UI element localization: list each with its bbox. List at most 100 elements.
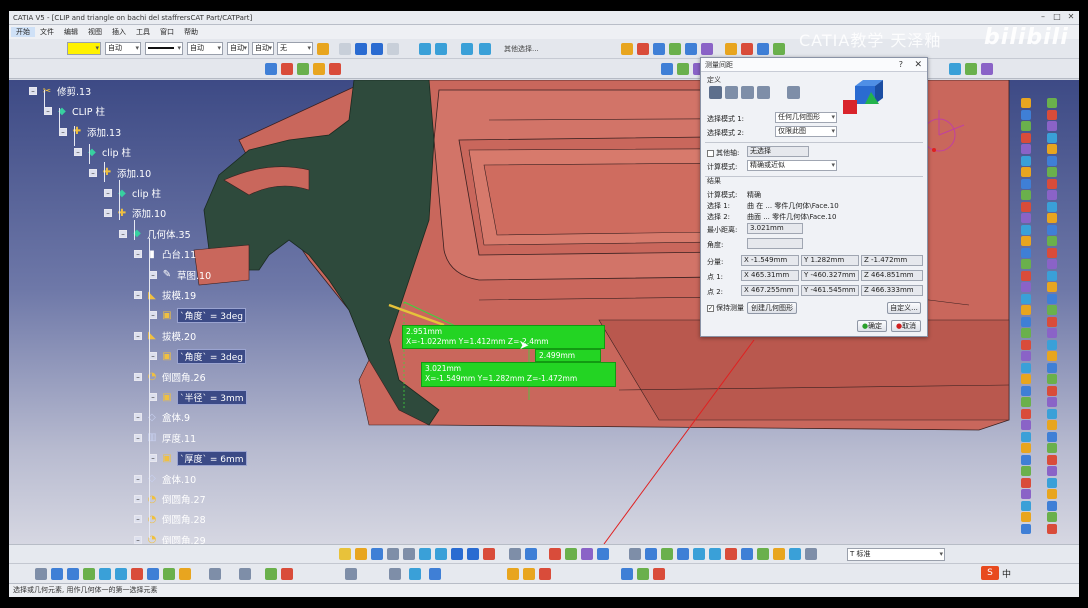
copy-icon[interactable] — [419, 43, 431, 55]
tree-expander-icon[interactable]: – — [149, 311, 157, 320]
tree-expander-icon[interactable]: – — [59, 127, 67, 136]
tree-expander-icon[interactable]: – — [29, 87, 37, 95]
curve-analysis-icon[interactable] — [637, 568, 649, 580]
line-weight-combo[interactable] — [145, 42, 183, 55]
groove-tool-icon[interactable] — [685, 43, 697, 55]
tree-node[interactable]: – ◇ 盒体.9 — [134, 408, 190, 426]
pan-icon[interactable] — [661, 548, 673, 560]
tree-node[interactable]: – ✚ 添加.13 — [59, 123, 121, 141]
tree-expander-icon[interactable]: – — [134, 474, 142, 483]
grid-icon[interactable] — [409, 568, 421, 580]
tree-node[interactable]: – ◔ 倒圆角.28 — [134, 510, 206, 528]
measure-label-1[interactable]: 2.951mm X=-1.022mm Y=1.412mm Z=-2.4mm — [402, 325, 605, 349]
redo-icon[interactable] — [467, 548, 479, 560]
tool-icon[interactable] — [1047, 339, 1057, 350]
zoom-icon[interactable] — [99, 568, 111, 580]
menu-view[interactable]: 视图 — [83, 27, 107, 37]
draft-analysis-icon[interactable] — [653, 568, 665, 580]
dialog-close-button[interactable]: ✕ — [914, 58, 922, 72]
other-axis-field[interactable]: 无选择 — [747, 146, 809, 157]
ime-language-label[interactable]: 中 — [1002, 567, 1011, 580]
tool-icon[interactable] — [1021, 270, 1031, 281]
select-icon[interactable] — [35, 568, 47, 580]
tree-node[interactable]: – ◔ 倒圆角.27 — [134, 490, 206, 508]
tool-icon[interactable] — [1047, 431, 1057, 442]
tree-expander-icon[interactable]: – — [89, 168, 97, 177]
tool-icon[interactable] — [1021, 305, 1031, 315]
cancel-button[interactable]: ●取消 — [891, 320, 921, 332]
paste-icon[interactable] — [435, 548, 447, 560]
measure-item-icon[interactable] — [507, 568, 519, 580]
tool-icon[interactable] — [1021, 523, 1031, 534]
select-mode1-combo[interactable]: 任何几何图形 — [775, 112, 837, 123]
ime-logo-icon[interactable]: S — [981, 566, 999, 580]
point-tool-icon[interactable] — [297, 63, 309, 75]
axis-system-icon[interactable] — [345, 568, 357, 580]
tool-icon[interactable] — [1021, 420, 1031, 430]
tool-icon[interactable] — [1047, 316, 1057, 327]
tool-icon[interactable] — [1021, 282, 1031, 292]
rotate-icon[interactable] — [677, 548, 689, 560]
formula-icon[interactable] — [565, 548, 577, 560]
tree-node[interactable]: – ▣ `角度` = 3deg — [149, 347, 246, 365]
tool-icon[interactable] — [1021, 293, 1031, 304]
rotate-view-icon[interactable] — [83, 568, 95, 580]
undo-icon[interactable] — [355, 43, 367, 55]
measure-icon[interactable] — [461, 43, 473, 55]
measure-label-3[interactable]: 3.021mm X=-1.549mm Y=1.282mm Z=-1.472mm — [421, 362, 616, 387]
tree-node[interactable]: – ▮ 凸台.11 — [134, 245, 196, 263]
swap-space-icon[interactable] — [209, 568, 221, 580]
shaft-tool-icon[interactable] — [669, 43, 681, 55]
print-icon[interactable] — [387, 548, 399, 560]
tool-icon[interactable] — [1047, 328, 1057, 338]
menu-file[interactable]: 文件 — [35, 27, 59, 37]
menu-tools[interactable]: 工具 — [131, 27, 155, 37]
tool-icon[interactable] — [1047, 144, 1057, 154]
param-icon[interactable] — [549, 548, 561, 560]
tool-icon[interactable] — [1021, 167, 1031, 177]
sketch-analysis-icon[interactable] — [621, 568, 633, 580]
tool-icon[interactable] — [1047, 236, 1057, 246]
measure-label-2[interactable]: 2.499mm — [535, 349, 601, 362]
calc-mode-combo[interactable]: 精确或近似 — [747, 160, 837, 171]
measure-inertia-icon[interactable] — [523, 568, 535, 580]
tree-node[interactable]: – ◇ 盒体.10 — [134, 470, 196, 488]
hide-show-icon[interactable] — [773, 548, 785, 560]
tool-icon[interactable] — [1021, 489, 1031, 499]
tool-icon[interactable] — [1047, 132, 1057, 143]
link-icon[interactable] — [525, 548, 537, 560]
tree-expander-icon[interactable]: – — [134, 372, 142, 381]
tool-icon[interactable] — [1047, 374, 1057, 384]
tree-node[interactable]: – ◣ 拔模.20 — [134, 327, 196, 345]
tree-node[interactable]: – ▣ `厚度` = 6mm — [149, 449, 247, 467]
tool-icon[interactable] — [1047, 523, 1057, 534]
measure-between-mode-icon[interactable] — [709, 86, 722, 99]
tool-icon[interactable] — [1021, 466, 1031, 476]
maximize-button[interactable]: □ — [1051, 12, 1063, 23]
tool-icon[interactable] — [1047, 121, 1057, 131]
zoom-in-icon[interactable] — [693, 548, 705, 560]
item-mode-icon[interactable] — [757, 86, 770, 99]
line-tool-icon[interactable] — [281, 63, 293, 75]
tool-icon[interactable] — [1021, 328, 1031, 338]
thickness-mode-icon[interactable] — [787, 86, 800, 99]
paint-icon[interactable] — [317, 43, 329, 55]
tool-icon[interactable] — [1021, 500, 1031, 511]
rule-icon[interactable] — [581, 548, 593, 560]
menu-window[interactable]: 窗口 — [155, 27, 179, 37]
tree-expander-icon[interactable]: – — [149, 270, 157, 279]
tool-icon[interactable] — [1021, 178, 1031, 189]
fly-mode-icon[interactable] — [629, 548, 641, 560]
tool-icon[interactable] — [1047, 305, 1057, 315]
tool-icon[interactable] — [1047, 201, 1057, 212]
tree-node[interactable]: – ▣ `角度` = 3deg — [149, 306, 246, 324]
law-icon[interactable] — [981, 63, 993, 75]
tool-icon[interactable] — [1047, 167, 1057, 177]
tool-icon[interactable] — [1047, 454, 1057, 465]
fillet-tool-icon[interactable] — [725, 43, 737, 55]
constraint-toggle-icon[interactable] — [429, 568, 441, 580]
tool-icon[interactable] — [1021, 339, 1031, 350]
tree-expander-icon[interactable]: – — [104, 209, 112, 218]
swap-icon[interactable] — [789, 548, 801, 560]
fit-all-icon[interactable] — [645, 548, 657, 560]
